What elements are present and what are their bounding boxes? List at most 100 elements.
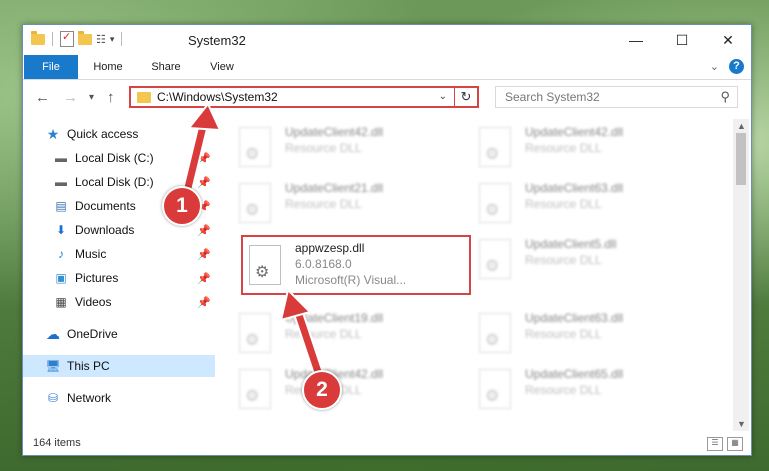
tab-share[interactable]: Share [137,55,195,79]
file-company: Microsoft(R) Visual... [295,273,407,287]
sidebar-item-label: This PC [67,359,110,373]
sidebar-item-local-disk-c[interactable]: ▬ Local Disk (C:) 📌 [23,147,215,169]
network-icon: ⛁ [47,391,59,405]
sidebar-item-quick-access[interactable]: ★ Quick access [23,123,215,145]
sidebar-item-music[interactable]: ♪ Music 📌 [23,243,215,265]
expand-ribbon-icon[interactable]: ⌄ [710,60,719,73]
new-folder-icon[interactable] [78,30,92,45]
pin-icon: 📌 [197,224,211,237]
recent-locations-icon[interactable]: ▾ [89,92,94,103]
dll-file-icon: ⚙ [239,313,271,353]
drive-icon: ▬ [55,151,67,165]
chevron-down-icon[interactable]: ⌄ [439,91,447,102]
back-arrow-icon[interactable]: ← [35,89,50,106]
list-item[interactable]: ⚙ UpdateClient21.dll Resource DLL [233,179,463,231]
search-icon[interactable]: ⚲ [720,89,730,105]
file-name: appwzesp.dll [295,241,365,255]
address-bar[interactable]: C:\Windows\System32 ⌄ ↻ [129,86,479,108]
view-switcher: ☰ ▦ [707,437,743,451]
address-path[interactable]: C:\Windows\System32 [157,90,278,104]
maximize-button[interactable]: ☐ [659,25,705,55]
properties-icon[interactable] [60,30,74,47]
sidebar-item-label: Downloads [75,223,135,237]
navigation-pane: ★ Quick access ▬ Local Disk (C:) 📌 ▬ Loc… [23,119,215,409]
step-1-badge: 1 [162,186,202,226]
dll-file-icon: ⚙ [479,313,511,353]
music-icon: ♪ [58,247,64,261]
list-item[interactable]: ⚙ UpdateClient65.dll Resource DLL [473,365,703,417]
sidebar-item-label: Pictures [75,271,119,285]
sidebar-item-label: Network [67,391,112,405]
list-item[interactable]: ⚙ UpdateClient42.dll Resource DLL [233,365,463,417]
drive-icon: ▬ [55,175,67,189]
scroll-down-icon[interactable]: ▼ [737,419,746,429]
tab-view[interactable]: View [195,55,249,79]
close-button[interactable]: ✕ [705,25,751,55]
sidebar-item-this-pc[interactable]: 🖥 This PC [23,355,215,377]
search-input[interactable]: Search System32 ⚲ [495,86,738,108]
sidebar-item-label: Local Disk (D:) [75,175,154,189]
videos-icon: ▦ [55,295,67,309]
title-bar: ☷ ▾ System32 — ☐ ✕ [23,25,751,55]
scroll-up-icon[interactable]: ▲ [737,121,746,131]
folder-icon [31,30,45,45]
pin-icon: 📌 [197,272,211,285]
documents-icon: ▤ [55,199,67,213]
pictures-icon: ▣ [55,271,67,285]
list-item[interactable]: ⚙ UpdateClient5.dll Resource DLL [473,235,703,287]
sidebar-item-pictures[interactable]: ▣ Pictures 📌 [23,267,215,289]
sidebar-item-label: Local Disk (C:) [75,151,154,165]
minimize-button[interactable]: — [613,25,659,55]
dll-file-icon: ⚙ [239,183,271,223]
pin-icon: 📌 [197,152,211,165]
details-view-icon[interactable]: ☰ [707,437,723,451]
help-icon[interactable]: ? [729,59,744,74]
ribbon: File Home Share View ⌄ ? [23,55,751,80]
sidebar-item-videos[interactable]: ▦ Videos 📌 [23,291,215,313]
search-placeholder: Search System32 [505,90,600,104]
list-item[interactable]: ⚙ UpdateClient42.dll Resource DLL [473,123,703,175]
list-item[interactable]: ⚙ UpdateClient19.dll Resource DLL [233,309,463,361]
selected-file-appwzesp[interactable]: ⚙ appwzesp.dll 6.0.8168.0 Microsoft(R) V… [241,235,471,295]
folder-icon [137,92,151,103]
refresh-icon[interactable]: ↻ [454,86,477,108]
downloads-icon: ⬇ [55,223,67,237]
tab-file[interactable]: File [24,55,78,79]
sidebar-item-label: OneDrive [67,327,118,341]
toolbar-divider [52,32,53,46]
navigation-bar: ← → ▾ ↑ C:\Windows\System32 ⌄ ↻ Search S… [23,81,751,115]
dll-file-icon: ⚙ [479,127,511,167]
pin-icon: 📌 [197,176,211,189]
list-item[interactable]: ⚙ UpdateClient63.dll Resource DLL [473,179,703,231]
sidebar-item-label: Videos [75,295,112,309]
sidebar-item-network[interactable]: ⛁ Network [23,387,215,409]
dll-file-icon: ⚙ [479,183,511,223]
vertical-scrollbar[interactable]: ▲ ▼ [733,119,749,431]
up-arrow-icon[interactable]: ↑ [107,89,115,106]
window-controls: — ☐ ✕ [613,25,751,55]
toolbar-divider [121,32,123,46]
tiles-view-icon[interactable]: ▦ [727,437,743,451]
list-item[interactable]: ⚙ UpdateClient63.dll Resource DLL [473,309,703,361]
pin-icon: 📌 [197,296,211,309]
sidebar-item-onedrive[interactable]: ☁ OneDrive [23,323,215,345]
pin-icon: 📌 [197,248,211,261]
sidebar-item-label: Quick access [67,127,139,141]
file-version: 6.0.8168.0 [295,257,352,271]
dll-file-icon: ⚙ [239,369,271,409]
chevron-down-icon[interactable]: ▾ [110,34,115,45]
customize-icon[interactable]: ☷ [96,33,106,46]
dll-file-icon: ⚙ [249,245,281,285]
forward-arrow-icon[interactable]: → [63,89,78,106]
window-title: System32 [188,33,246,48]
star-icon: ★ [46,125,60,142]
tab-home[interactable]: Home [81,55,135,79]
sidebar-item-label: Music [75,247,107,261]
dll-file-icon: ⚙ [479,239,511,279]
dll-file-icon: ⚙ [479,369,511,409]
list-item[interactable]: ⚙ UpdateClient42.dll Resource DLL [233,123,463,175]
sidebar-item-label: Documents [75,199,136,213]
pc-icon: 🖥 [45,359,61,373]
scrollbar-thumb[interactable] [736,133,746,185]
explorer-window: ☷ ▾ System32 — ☐ ✕ File Home Share View … [22,24,752,456]
